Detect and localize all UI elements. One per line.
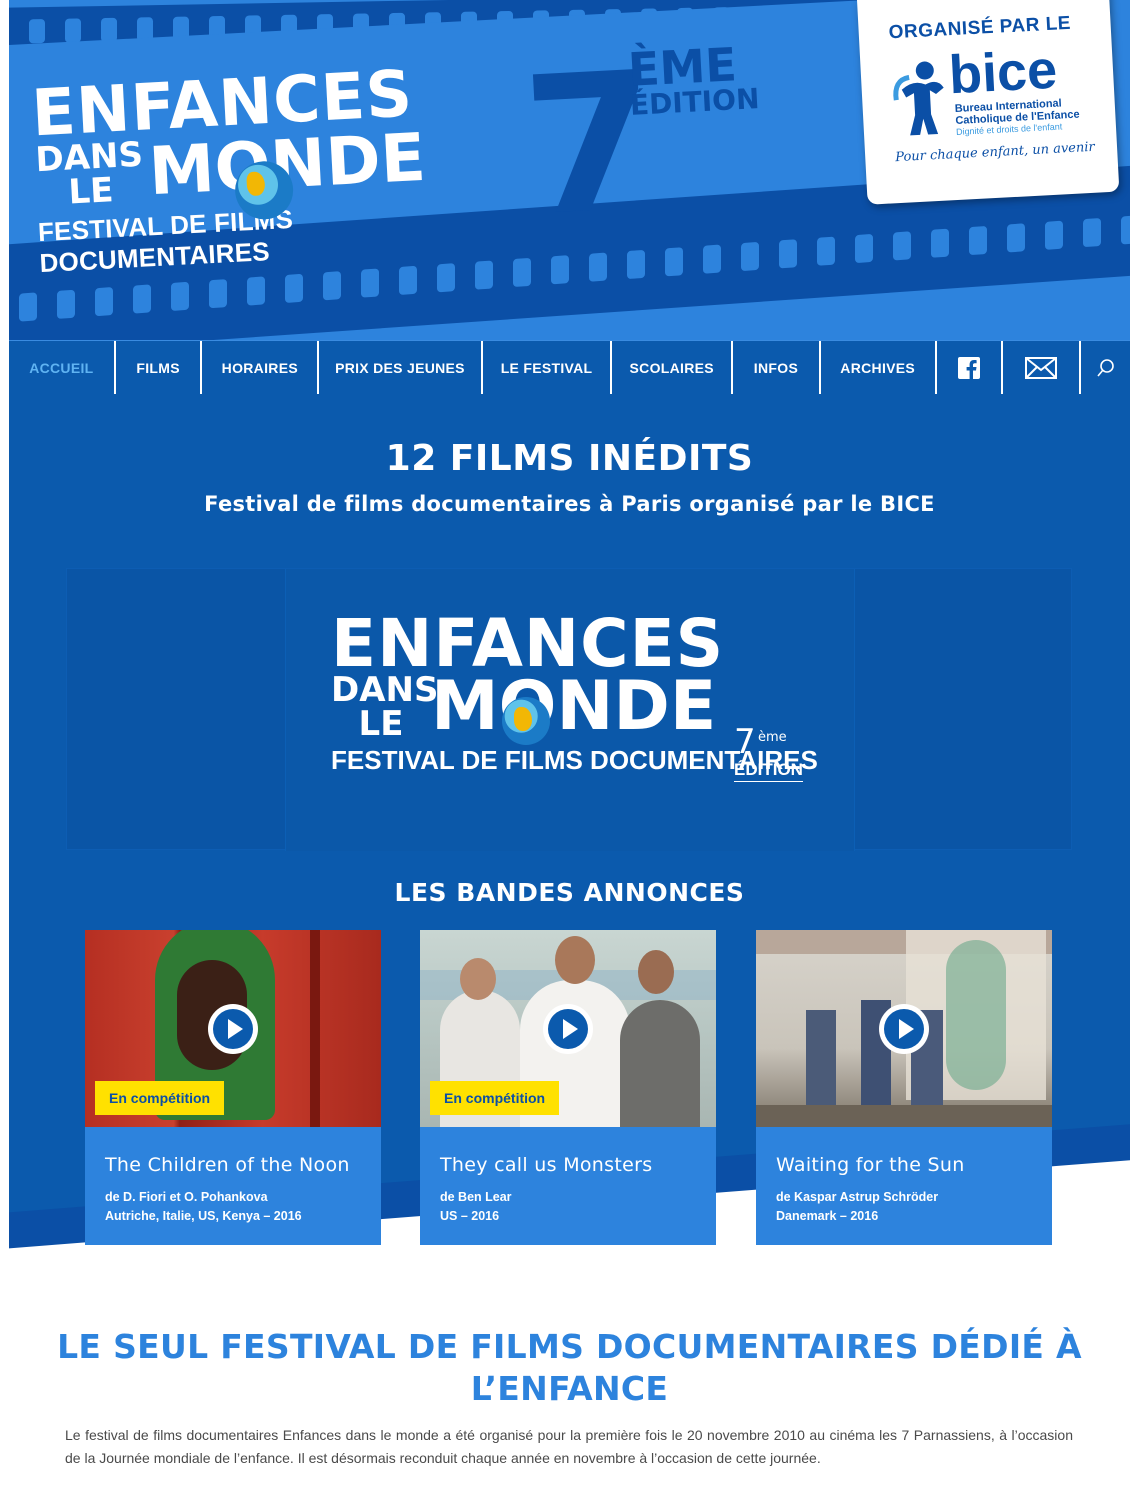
trailers-title: LES BANDES ANNONCES bbox=[394, 878, 745, 907]
search-icon bbox=[1096, 359, 1114, 377]
header-banner: ENFANCES DANS LE MONDE FESTIVAL DE FILMS… bbox=[9, 0, 1130, 340]
filmstrip-hole bbox=[551, 255, 569, 285]
play-icon[interactable] bbox=[879, 1004, 929, 1054]
filmstrip-hole bbox=[779, 239, 797, 269]
trailer-meta: Autriche, Italie, US, Kenya – 2016 bbox=[105, 1209, 302, 1223]
trailer-title[interactable]: They call us Monsters bbox=[440, 1154, 652, 1176]
video-edition: 7 ème ÉDITION bbox=[734, 724, 803, 782]
about-title-line2: L’ENFANCE bbox=[470, 1369, 669, 1408]
trailer-meta: US – 2016 bbox=[440, 1209, 500, 1223]
organizer-slogan: Pour chaque enfant, un avenir bbox=[894, 139, 1096, 166]
nav-infos[interactable]: INFOS bbox=[733, 341, 821, 395]
filmstrip-hole bbox=[95, 287, 113, 317]
filmstrip-hole bbox=[1045, 220, 1063, 250]
filmstrip-hole bbox=[969, 225, 987, 256]
nav-films[interactable]: FILMS bbox=[116, 341, 203, 395]
about-paragraph: Le festival de films documentaires Enfan… bbox=[65, 1427, 1073, 1466]
filmstrip-hole bbox=[589, 252, 607, 282]
nav-le-festival[interactable]: LE FESTIVAL bbox=[483, 341, 613, 395]
filmstrip-hole bbox=[399, 265, 417, 296]
trailer-director: de Ben Lear bbox=[440, 1190, 512, 1204]
filmstrip-hole bbox=[133, 284, 151, 314]
mail-link[interactable] bbox=[1003, 341, 1082, 395]
filmstrip-hole bbox=[323, 271, 341, 301]
video-logo-dans: DANS bbox=[331, 670, 439, 710]
filmstrip-hole bbox=[741, 241, 759, 272]
page-right-margin bbox=[1130, 0, 1141, 1497]
edition-badge: 7 ÈME ÉDITION bbox=[518, 31, 760, 259]
filmstrip-hole bbox=[29, 19, 45, 44]
filmstrip-hole bbox=[1121, 215, 1130, 245]
main-section: 12 FILMS INÉDITS Festival de films docum… bbox=[9, 394, 1130, 1306]
trailer-card[interactable]: En compétition They call us Monsters de … bbox=[420, 930, 716, 1245]
nav-archives[interactable]: ARCHIVES bbox=[821, 341, 937, 395]
trailer-list: En compétition The Children of the Noon … bbox=[85, 930, 1052, 1245]
filmstrip-hole bbox=[703, 244, 721, 274]
play-icon[interactable] bbox=[543, 1004, 593, 1054]
video-logo-le: LE bbox=[358, 704, 404, 744]
competition-badge: En compétition bbox=[95, 1081, 225, 1115]
filmstrip-hole bbox=[931, 228, 949, 258]
play-icon[interactable] bbox=[208, 1004, 258, 1054]
organizer-card[interactable]: ORGANISÉ PAR LE bice Bureau Internationa… bbox=[857, 0, 1120, 205]
filmstrip-hole bbox=[665, 247, 683, 277]
about-title-line1: LE SEUL FESTIVAL DE FILMS DOCUMENTAIRES … bbox=[57, 1327, 1082, 1366]
about-title: LE SEUL FESTIVAL DE FILMS DOCUMENTAIRES … bbox=[49, 1326, 1090, 1410]
filmstrip-hole bbox=[437, 263, 455, 293]
filmstrip-hole bbox=[893, 231, 911, 261]
filmstrip-hole bbox=[19, 292, 37, 322]
filmstrip-hole bbox=[1007, 223, 1025, 253]
trailer-director: de Kaspar Astrup Schröder bbox=[776, 1190, 939, 1204]
filmstrip-hole bbox=[513, 257, 531, 288]
filmstrip-hole bbox=[855, 233, 873, 264]
filmstrip-hole bbox=[65, 18, 81, 43]
filmstrip-hole bbox=[285, 273, 303, 304]
filmstrip-hole bbox=[57, 289, 75, 319]
filmstrip-hole bbox=[627, 249, 645, 280]
festival-logo[interactable]: ENFANCES DANS LE MONDE FESTIVAL DE FILMS… bbox=[30, 57, 470, 279]
facebook-link[interactable] bbox=[937, 341, 1004, 395]
trailer-title[interactable]: Waiting for the Sun bbox=[776, 1154, 965, 1176]
edition-word: ÉDITION bbox=[629, 82, 761, 122]
facebook-icon bbox=[957, 357, 980, 379]
about-section: LE SEUL FESTIVAL DE FILMS DOCUMENTAIRES … bbox=[9, 1306, 1130, 1497]
mail-icon bbox=[1025, 357, 1058, 379]
video-frame: ENFANCES DANS LE MONDE FESTIVAL DE FILMS… bbox=[285, 569, 855, 851]
globe-icon bbox=[502, 697, 550, 745]
nav-accueil[interactable]: ACCUEIL bbox=[9, 341, 116, 395]
video-logo-monde: MONDE bbox=[431, 667, 717, 746]
trailer-card[interactable]: En compétition The Children of the Noon … bbox=[85, 930, 381, 1245]
competition-badge: En compétition bbox=[430, 1081, 560, 1115]
page: ENFANCES DANS LE MONDE FESTIVAL DE FILMS… bbox=[9, 0, 1130, 1497]
trailer-director: de D. Fiori et O. Pohankova bbox=[105, 1190, 268, 1204]
filmstrip-hole bbox=[247, 276, 265, 306]
video-edition-number: 7 bbox=[734, 722, 756, 762]
filmstrip-hole bbox=[171, 281, 189, 311]
logo-dans-le: DANS LE bbox=[33, 135, 146, 213]
nav-scolaires[interactable]: SCOLAIRES bbox=[612, 341, 734, 395]
main-nav: ACCUEIL FILMS HORAIRES PRIX DES JEUNES L… bbox=[9, 340, 1130, 395]
bice-child-icon bbox=[893, 61, 944, 136]
trailer-meta: Danemark – 2016 bbox=[776, 1209, 879, 1223]
trailer-title[interactable]: The Children of the Noon bbox=[105, 1154, 350, 1176]
search-button[interactable] bbox=[1081, 341, 1130, 395]
video-player[interactable]: ENFANCES DANS LE MONDE FESTIVAL DE FILMS… bbox=[66, 568, 1072, 851]
filmstrip-hole bbox=[475, 260, 493, 290]
nav-horaires[interactable]: HORAIRES bbox=[202, 341, 320, 395]
nav-prix-des-jeunes[interactable]: PRIX DES JEUNES bbox=[319, 341, 483, 395]
filmstrip-hole bbox=[817, 236, 835, 266]
hero-subtitle: Festival de films documentaires à Paris … bbox=[204, 492, 935, 516]
organizer-name: bice bbox=[947, 39, 1059, 106]
filmstrip-hole bbox=[361, 268, 379, 298]
hero-title: 12 FILMS INÉDITS bbox=[385, 438, 754, 479]
filmstrip-hole bbox=[1083, 217, 1101, 248]
filmstrip-hole bbox=[209, 279, 227, 309]
video-logo-dans-le: DANS LE bbox=[331, 670, 439, 744]
video-edition-word: ÉDITION bbox=[734, 760, 803, 782]
trailer-card[interactable]: Waiting for the Sun de Kaspar Astrup Sch… bbox=[756, 930, 1052, 1245]
video-edition-sup: ème bbox=[758, 730, 787, 745]
